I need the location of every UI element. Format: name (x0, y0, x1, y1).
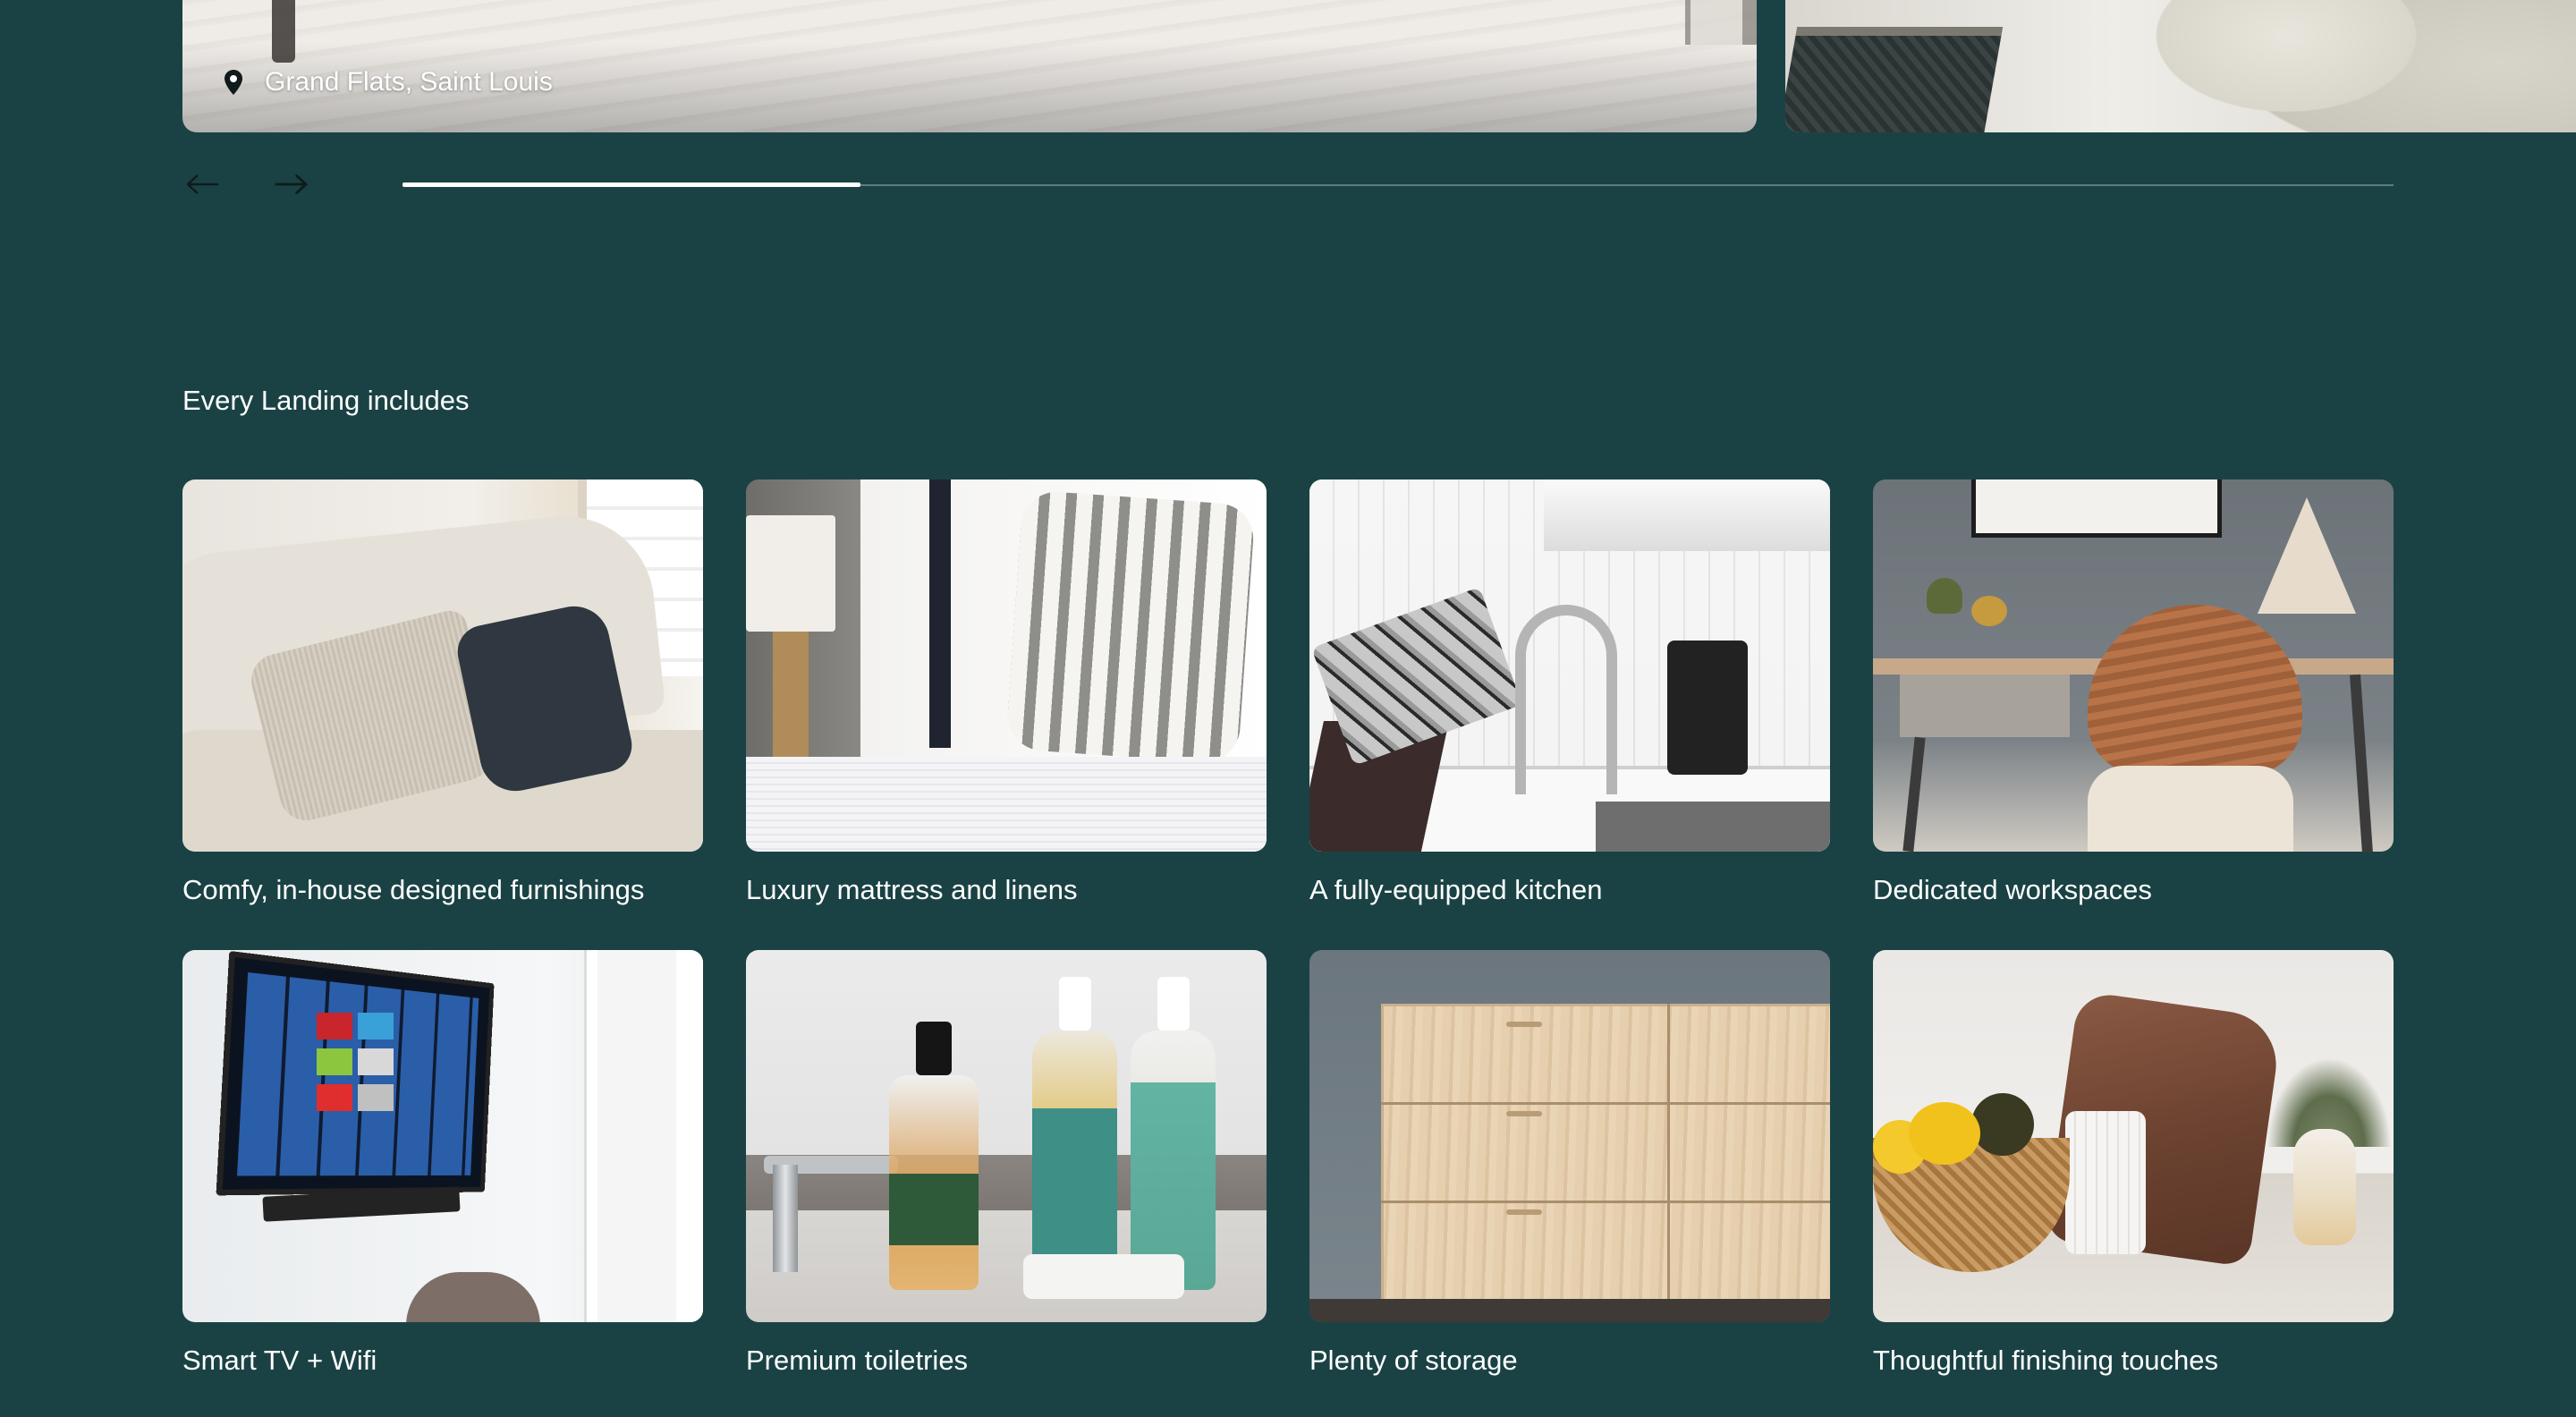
arrow-right-icon (275, 174, 309, 199)
amenity-label: Thoughtful finishing touches (1873, 1345, 2219, 1376)
amenity-image-tv (182, 950, 703, 1322)
carousel-slide-next[interactable] (1785, 0, 2576, 132)
amenity-card: Luxury mattress and linens (746, 479, 1267, 907)
amenity-image-toiletries (746, 950, 1267, 1322)
amenity-image-mattress (746, 479, 1267, 852)
amenity-card: Smart TV + Wifi (182, 950, 703, 1378)
carousel-progress-fill (402, 182, 860, 187)
amenity-label: Smart TV + Wifi (182, 1345, 377, 1376)
next-slide-button[interactable] (272, 166, 311, 206)
slide-basket (1785, 27, 2004, 132)
amenity-card: Dedicated workspaces (1873, 479, 2394, 907)
slide-bed-frame (272, 0, 295, 63)
amenity-label: Plenty of storage (1309, 1345, 1518, 1376)
amenity-image-finishing (1873, 950, 2394, 1322)
amenity-card: Plenty of storage (1309, 950, 1830, 1378)
carousel-progress-track[interactable] (402, 182, 2394, 187)
location-label: Grand Flats, Saint Louis (265, 67, 553, 97)
carousel-controls (182, 166, 311, 206)
location-tag: Grand Flats, Saint Louis (222, 64, 553, 100)
amenity-image-furnishings (182, 479, 703, 852)
arrow-left-icon (185, 174, 219, 199)
property-carousel: Grand Flats, Saint Louis (0, 0, 2576, 134)
amenities-grid: Comfy, in-house designed furnishings Lux… (182, 479, 2394, 1378)
amenity-label: Luxury mattress and linens (746, 874, 1078, 905)
amenity-card: Premium toiletries (746, 950, 1267, 1378)
amenity-image-storage (1309, 950, 1830, 1322)
amenity-label: Dedicated workspaces (1873, 874, 2152, 905)
map-pin-icon (222, 69, 245, 96)
previous-slide-button[interactable] (182, 166, 222, 206)
amenity-label: Comfy, in-house designed furnishings (182, 874, 645, 905)
amenity-card: A fully-equipped kitchen (1309, 479, 1830, 907)
amenity-label: A fully-equipped kitchen (1309, 874, 1603, 905)
slide-window (1685, 0, 1757, 45)
section-title: Every Landing includes (182, 385, 470, 416)
amenity-card: Thoughtful finishing touches (1873, 950, 2394, 1378)
amenity-card: Comfy, in-house designed furnishings (182, 479, 703, 907)
amenity-image-workspace (1873, 479, 2394, 852)
amenity-label: Premium toiletries (746, 1345, 969, 1376)
amenity-image-kitchen (1309, 479, 1830, 852)
